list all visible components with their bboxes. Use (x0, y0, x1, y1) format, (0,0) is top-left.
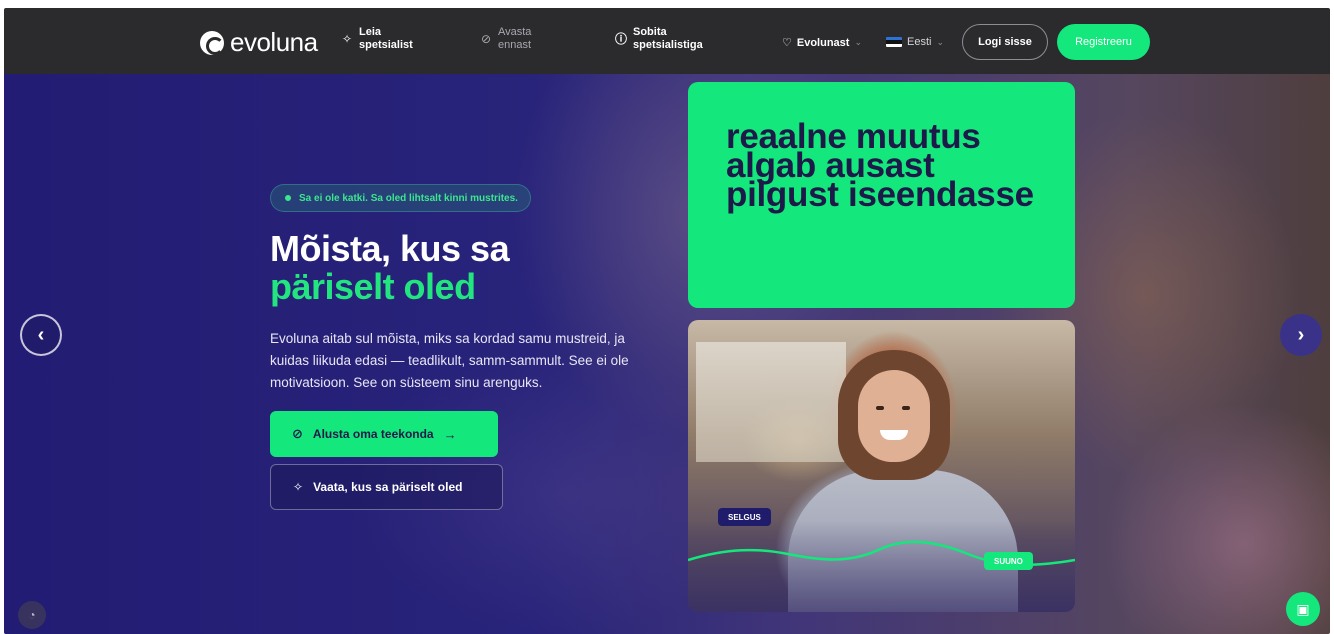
chat-bot-button[interactable]: ▣ (1286, 592, 1320, 626)
language-selector[interactable]: Eesti ⌄ (886, 36, 944, 48)
compass-icon: ⊘ (480, 31, 492, 46)
headline-white: Mõista, kus sa (270, 228, 510, 269)
robot-icon: ▣ (1296, 600, 1310, 617)
hero-section: Sa ei ole katki. Sa oled lihtsalt kinni … (4, 74, 1330, 634)
logo-icon (200, 30, 224, 55)
status-dot-icon (285, 195, 291, 201)
register-button[interactable]: Registreeru (1057, 24, 1150, 60)
hero-lead: Evoluna aitab sul mõista, miks sa kordad… (270, 331, 629, 390)
label-pill-selgus: SELGUS (718, 508, 771, 526)
drop-icon: ◔ (28, 608, 36, 622)
hero-overlay (4, 74, 1330, 634)
quote-text: reaalne muutus algab ausast pilgust isee… (726, 117, 1034, 214)
hero-photo-card: SELGUS SUUNO (688, 320, 1075, 612)
carousel-next-button[interactable]: › (1280, 314, 1322, 356)
sparkle-icon: ✧ (293, 480, 304, 494)
brand-name: evoluna (230, 27, 318, 57)
nav-item-line2: ennast (498, 39, 532, 51)
arrow-right-icon: → (443, 426, 457, 442)
photo-eye (902, 406, 910, 410)
top-navbar: evoluna ✧ Leia spetsialist ⊘ Avasta enna… (4, 8, 1330, 74)
chevron-right-icon: › (1297, 323, 1305, 346)
headline-green: päriselt oled (270, 266, 476, 307)
estonia-flag-icon (886, 37, 902, 47)
nav-item-line2: spetsialistiga (633, 39, 703, 51)
nav-item-avasta-ennast[interactable]: ⊘ Avasta ennast (480, 26, 531, 52)
brand-logo[interactable]: evoluna (200, 27, 318, 58)
photo-face (858, 370, 930, 462)
carousel-prev-button[interactable]: ‹ (20, 314, 62, 356)
photo-window (696, 342, 846, 462)
nav-dropdown-label: Evolunast (796, 36, 850, 49)
start-journey-button[interactable]: ⊘ Alusta oma teekonda → (270, 411, 498, 457)
see-where-you-are-button[interactable]: ✧ Vaata, kus sa päriselt oled (270, 464, 503, 510)
wave-line-graphic (688, 540, 1075, 567)
login-button[interactable]: Logi sisse (962, 24, 1048, 60)
nav-item-line1: Leia (359, 26, 382, 38)
nav-dropdown-evolunast[interactable]: ♡ Evolunast ⌄ (782, 36, 862, 50)
nav-item-line1: Sobita (633, 26, 667, 38)
photo-eye (876, 406, 884, 410)
label-pill-suuno: SUUNO (984, 552, 1033, 570)
quote-card: reaalne muutus algab ausast pilgust isee… (688, 82, 1075, 308)
info-icon: ⓘ (615, 31, 628, 46)
nav-item-line2: spetsialist (359, 39, 413, 51)
nav-item-leia-spetsialist[interactable]: ✧ Leia spetsialist (341, 26, 413, 52)
chevron-left-icon: ‹ (37, 323, 45, 346)
nav-item-line1: Avasta (498, 26, 532, 38)
sparkle-icon: ✧ (341, 31, 353, 46)
nav-item-sobita-spetsialistiga[interactable]: ⓘ Sobita spetsialistiga (615, 26, 703, 52)
accessibility-button[interactable]: ◔ (18, 601, 46, 629)
tagline-badge: Sa ei ole katki. Sa oled lihtsalt kinni … (270, 184, 531, 212)
chevron-down-icon: ⌄ (936, 36, 945, 47)
tagline-text: Sa ei ole katki. Sa oled lihtsalt kinni … (299, 192, 518, 204)
see-where-you-are-label: Vaata, kus sa päriselt oled (313, 480, 463, 494)
language-label: Eesti (907, 36, 932, 48)
start-journey-label: Alusta oma teekonda (312, 427, 434, 441)
chevron-down-icon: ⌄ (854, 37, 862, 47)
page-frame: evoluna ✧ Leia spetsialist ⊘ Avasta enna… (4, 8, 1330, 634)
heart-icon: ♡ (782, 37, 792, 49)
hero-headline: Mõista, kus sa päriselt oled (270, 228, 510, 307)
compass-icon: ⊘ (292, 426, 303, 441)
